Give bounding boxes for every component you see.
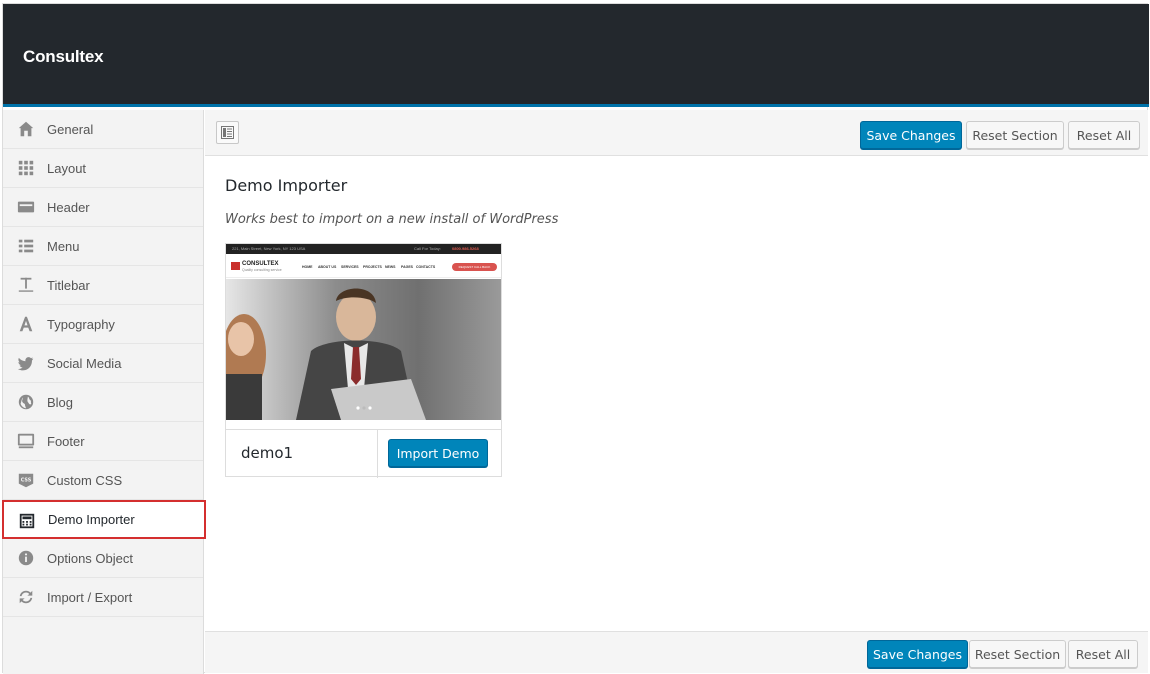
footer-divider — [377, 430, 378, 478]
sidebar-item-label: Titlebar — [47, 277, 90, 293]
reset-section-button-bottom[interactable]: Reset Section — [969, 640, 1066, 668]
section-content: Demo Importer Works best to import on a … — [205, 156, 1148, 631]
sidebar-item-label: Header — [47, 199, 90, 215]
preview-menu-item: PAGES — [401, 265, 413, 269]
sidebar-item-label: Custom CSS — [47, 472, 123, 488]
options-sidebar: General Layout Header Menu Titlebar Typo… — [2, 110, 206, 674]
sidebar-item-label: Layout — [47, 160, 87, 176]
preview-hero-illustration — [226, 288, 426, 420]
theme-title: Consultex — [23, 47, 104, 66]
text-cursor-icon — [17, 276, 35, 294]
expand-options-button[interactable] — [216, 121, 239, 144]
demo-preview-image[interactable]: 221, Main Street, New York, NY 123 USA C… — [226, 244, 501, 420]
sidebar-item-import-export[interactable]: Import / Export — [3, 578, 203, 617]
sidebar-item-general[interactable]: General — [3, 110, 203, 149]
reset-all-button-bottom[interactable]: Reset All — [1068, 640, 1138, 668]
demo-name: demo1 — [241, 444, 294, 462]
options-panel: Consultex General Layout Header Menu Tit… — [2, 3, 1149, 674]
save-changes-button-bottom[interactable]: Save Changes — [867, 640, 968, 668]
section-description: Works best to import on a new install of… — [225, 212, 559, 227]
bottom-action-bar: Save Changes Reset Section Reset All — [205, 631, 1148, 673]
preview-menu-item: ABOUT US — [318, 265, 337, 269]
save-changes-button[interactable]: Save Changes — [860, 121, 962, 149]
sidebar-item-blog[interactable]: Blog — [3, 383, 203, 422]
preview-logo-mark — [231, 262, 240, 270]
preview-menu-item: NEWS — [385, 265, 396, 269]
reset-all-button[interactable]: Reset All — [1068, 121, 1140, 149]
sidebar-item-label: Import / Export — [47, 589, 133, 605]
refresh-icon — [17, 588, 35, 606]
sidebar-item-label: General — [47, 121, 94, 137]
sidebar-item-options-object[interactable]: Options Object — [3, 539, 203, 578]
sidebar-item-label: Demo Importer — [48, 512, 135, 527]
svg-text:CSS: CSS — [21, 477, 32, 483]
reset-section-button[interactable]: Reset Section — [966, 121, 1064, 149]
options-header: Consultex — [3, 4, 1149, 107]
preview-topbar: 221, Main Street, New York, NY 123 USA C… — [226, 244, 501, 254]
twitter-icon — [17, 354, 35, 372]
import-demo-button[interactable]: Import Demo — [388, 439, 488, 467]
sidebar-item-menu[interactable]: Menu — [3, 227, 203, 266]
preview-menu-item: PROJECTS — [363, 265, 382, 269]
sidebar-item-label: Typography — [47, 316, 115, 332]
preview-phone-label: Call For Today: — [414, 246, 441, 251]
sidebar-item-demo-importer[interactable]: Demo Importer — [2, 500, 206, 539]
preview-cta-button: REQUEST CALL BACK — [452, 263, 497, 271]
preview-address: 221, Main Street, New York, NY 123 USA — [232, 246, 306, 251]
sidebar-item-typography[interactable]: Typography — [3, 305, 203, 344]
sidebar-item-footer[interactable]: Footer — [3, 422, 203, 461]
css-icon: CSS — [17, 471, 35, 489]
preview-brand: CONSULTEX — [242, 261, 279, 267]
expand-icon — [221, 126, 234, 139]
sidebar-item-social-media[interactable]: Social Media — [3, 344, 203, 383]
preview-navbar: CONSULTEX Quality consulting service HOM… — [226, 254, 501, 278]
top-action-bar: Save Changes Reset Section Reset All — [205, 110, 1148, 156]
preview-menu-item: SERVICES — [341, 265, 359, 269]
font-icon — [17, 315, 35, 333]
menu-list-icon — [17, 237, 35, 255]
monitor-icon — [17, 432, 35, 450]
grid-icon — [17, 159, 35, 177]
sidebar-item-label: Social Media — [47, 355, 122, 371]
sidebar-item-label: Options Object — [47, 550, 133, 566]
info-icon — [17, 549, 35, 567]
preview-menu-item: HOME — [302, 265, 313, 269]
demo-card-footer: demo1 Import Demo — [226, 429, 501, 478]
importer-icon — [18, 512, 36, 530]
home-icon — [17, 120, 35, 138]
preview-tagline: Quality consulting service — [242, 268, 282, 272]
globe-icon — [17, 393, 35, 411]
sidebar-item-header[interactable]: Header — [3, 188, 203, 227]
section-title: Demo Importer — [225, 176, 348, 195]
sidebar-item-custom-css[interactable]: CSS Custom CSS — [3, 461, 203, 500]
header-icon — [17, 198, 35, 216]
sidebar-item-label: Footer — [47, 433, 85, 449]
demo-card: 221, Main Street, New York, NY 123 USA C… — [225, 243, 502, 478]
preview-menu-item: CONTACTS — [416, 265, 436, 269]
sidebar-item-layout[interactable]: Layout — [3, 149, 203, 188]
sidebar-item-label: Menu — [47, 238, 80, 254]
preview-phone: 0800.986.5268 — [452, 246, 479, 251]
sidebar-item-label: Blog — [47, 394, 74, 410]
preview-hero-photo — [226, 279, 501, 420]
sidebar-item-titlebar[interactable]: Titlebar — [3, 266, 203, 305]
